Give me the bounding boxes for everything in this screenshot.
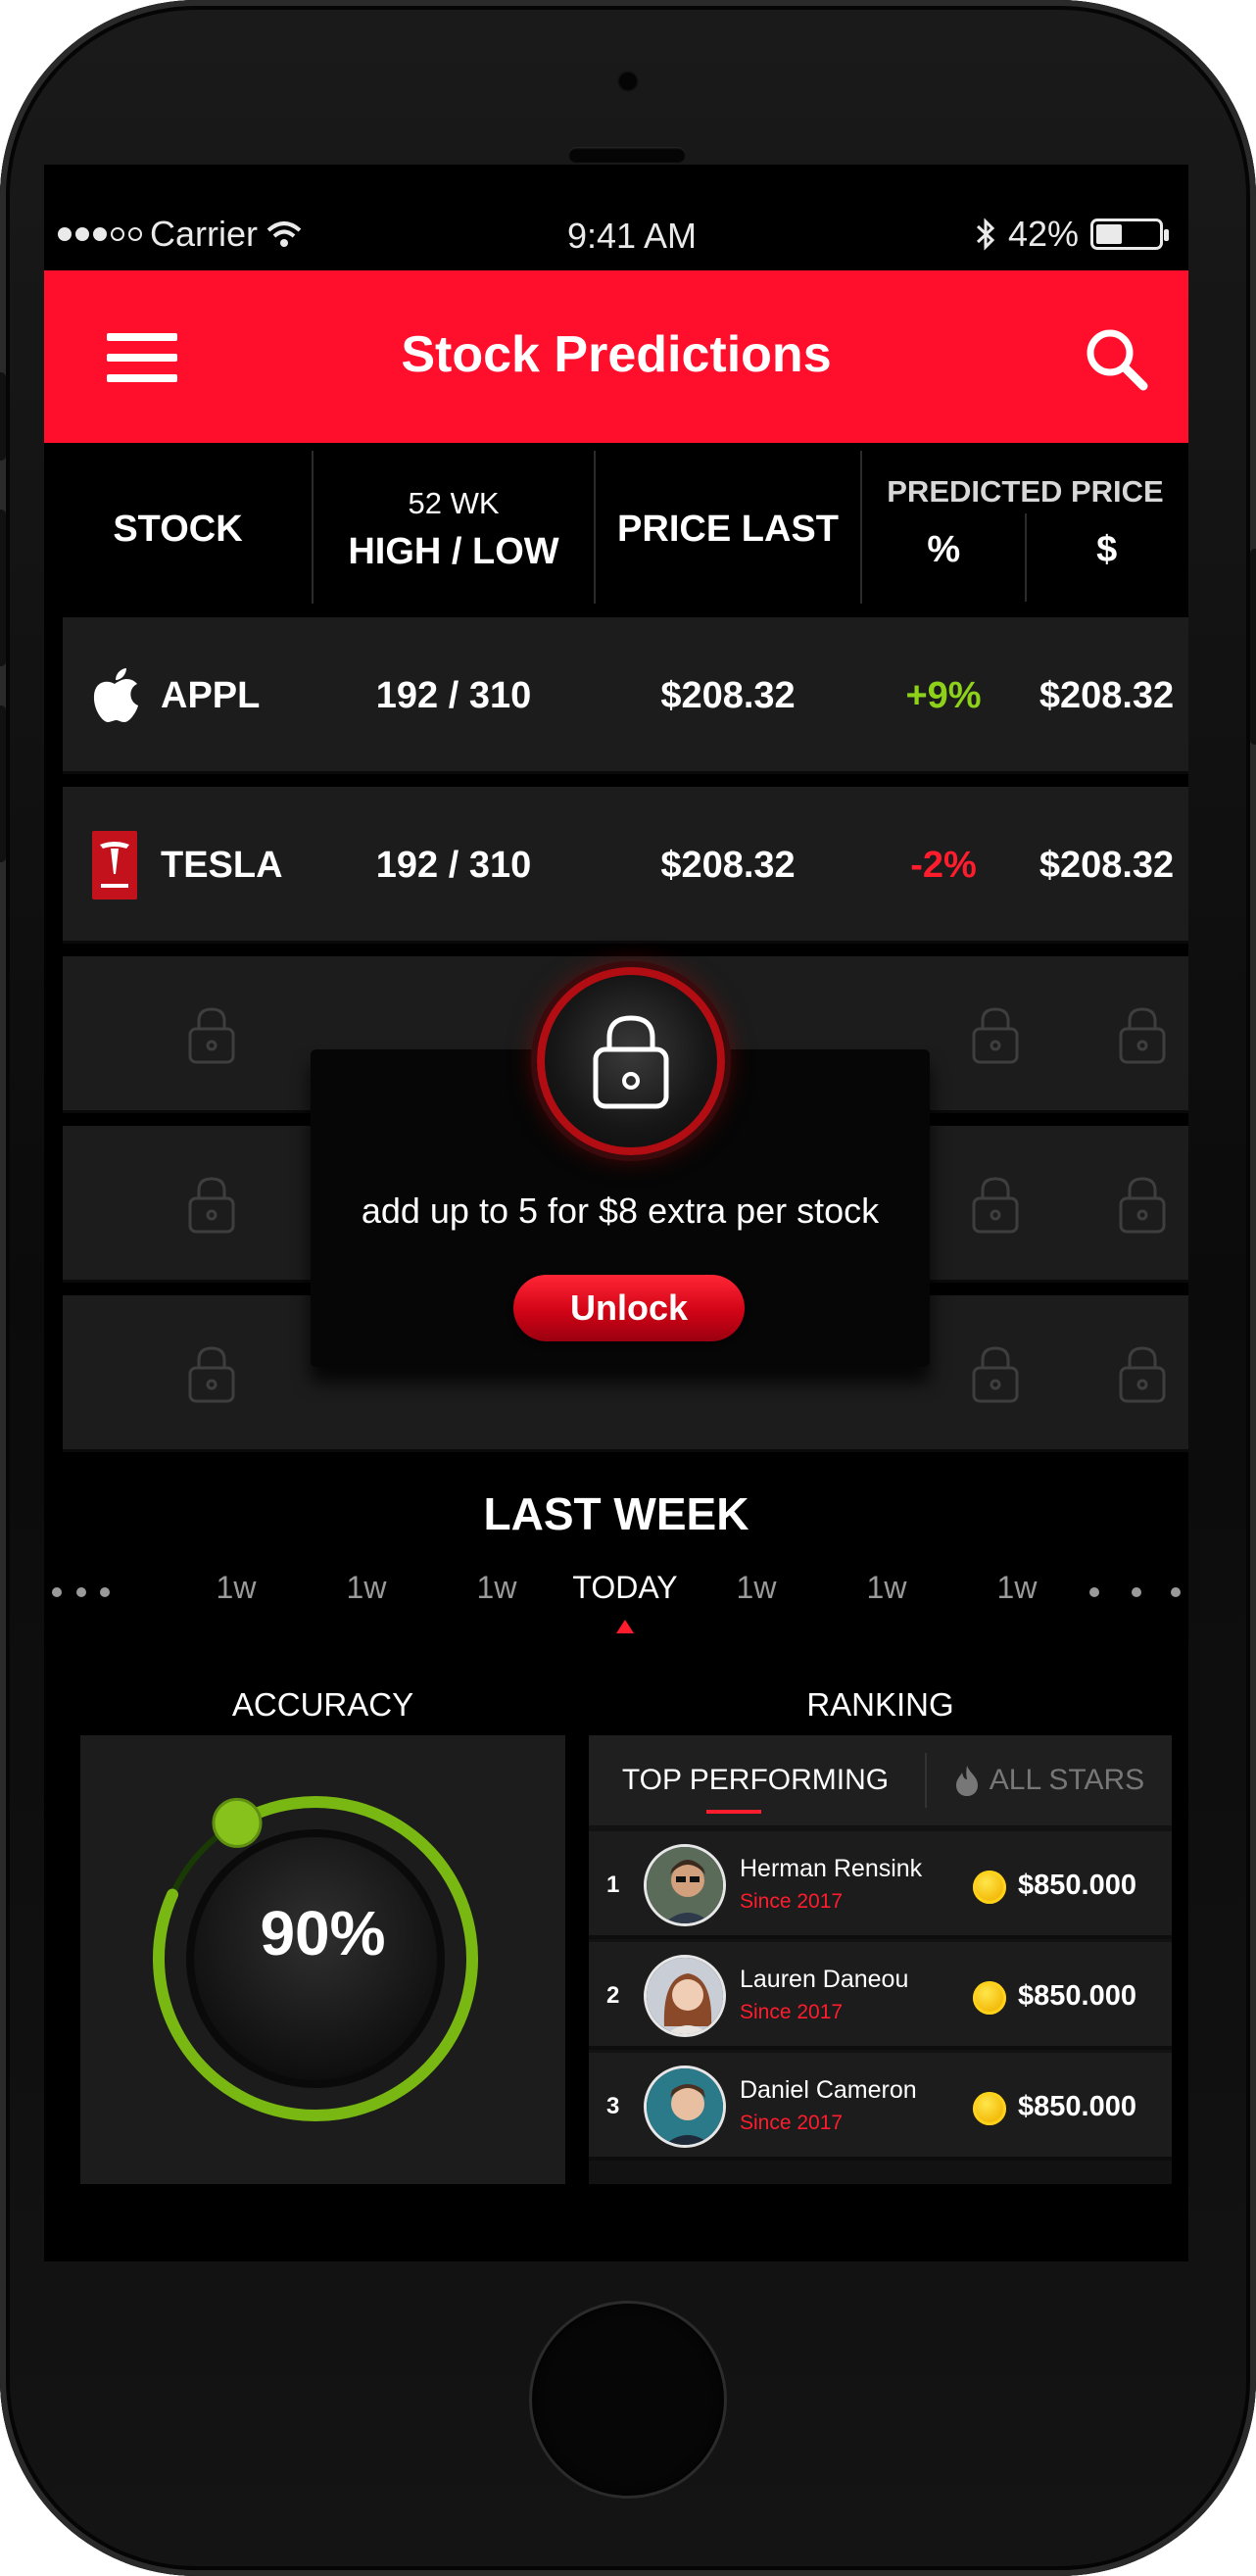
avatar xyxy=(644,2066,726,2148)
lock-icon xyxy=(188,1346,235,1403)
column-stock[interactable]: STOCK xyxy=(44,443,312,615)
ranking-tabs: TOP PERFORMING ALL STARS xyxy=(589,1735,1172,1825)
carrier-name: Carrier xyxy=(150,214,259,254)
front-camera xyxy=(617,71,639,92)
timeline-item[interactable]: 1w xyxy=(177,1570,295,1606)
column-predicted-label: PREDICTED PRICE xyxy=(887,474,1164,509)
stock-table-header: STOCK 52 WK HIGH / LOW PRICE LAST PREDIC… xyxy=(44,443,1188,615)
rank-user-name: Lauren Daneou xyxy=(740,1966,909,1993)
battery-icon xyxy=(1090,219,1169,250)
lock-icon xyxy=(1119,1007,1166,1064)
tab-top-performing[interactable]: TOP PERFORMING xyxy=(589,1735,922,1825)
column-high-low-top: 52 WK xyxy=(408,485,500,520)
stock-price-last: $208.32 xyxy=(660,844,796,886)
status-time: 9:41 AM xyxy=(566,216,698,256)
column-high-low-bottom: HIGH / LOW xyxy=(348,530,559,572)
battery-percent: 42% xyxy=(1007,214,1079,254)
column-price-last[interactable]: PRICE LAST xyxy=(596,443,860,615)
app-title: Stock Predictions xyxy=(401,326,832,383)
rank-user-name: Daniel Cameron xyxy=(740,2076,917,2104)
rank-amount: $850.000 xyxy=(1018,1979,1136,2012)
lock-icon xyxy=(593,1015,669,1109)
home-button[interactable] xyxy=(529,2301,727,2499)
volume-down-button xyxy=(0,705,6,862)
column-high-low[interactable]: 52 WK HIGH / LOW xyxy=(314,443,594,615)
rank-since: Since 2017 xyxy=(740,2001,844,2023)
timeline-item[interactable]: 1w xyxy=(438,1570,556,1606)
apple-logo-icon xyxy=(71,617,159,774)
stock-predicted-price: $208.32 xyxy=(1039,674,1175,716)
last-week-title: LAST WEEK xyxy=(483,1488,749,1539)
stock-high-low: 192 / 310 xyxy=(375,674,532,716)
earpiece-speaker xyxy=(568,147,686,163)
app-header: Stock Predictions xyxy=(44,270,1188,443)
avatar xyxy=(644,1955,726,2037)
bluetooth-icon xyxy=(976,218,995,251)
coin-icon xyxy=(973,1981,1006,2015)
tab-all-stars[interactable]: ALL STARS xyxy=(927,1735,1172,1825)
coin-icon xyxy=(973,2092,1006,2125)
stock-row-appl[interactable]: APPL 192 / 310 $208.32 +9% $208.32 xyxy=(63,617,1188,774)
stock-predicted-price: $208.32 xyxy=(1039,844,1175,886)
accuracy-label: ACCURACY xyxy=(231,1686,414,1723)
rank-amount: $850.000 xyxy=(1018,1869,1136,1901)
column-predicted-pct: % xyxy=(927,529,961,570)
unlock-button[interactable]: Unlock xyxy=(513,1275,745,1341)
lock-icon xyxy=(972,1177,1019,1234)
lock-icon xyxy=(972,1007,1019,1064)
timeline-active-marker xyxy=(616,1620,634,1633)
rank-amount: $850.000 xyxy=(1018,2090,1136,2122)
coin-icon xyxy=(973,1871,1006,1904)
ranking-row[interactable]: 2 Lauren Daneou Since 2017 $850.000 xyxy=(589,1942,1172,2050)
avatar xyxy=(644,1844,726,1926)
rank-user-name: Herman Rensink xyxy=(740,1855,923,1882)
tab-all-stars-label: ALL STARS xyxy=(989,1764,1145,1796)
rank-since: Since 2017 xyxy=(740,2112,844,2134)
unlock-message: add up to 5 for $8 extra per stock xyxy=(361,1191,880,1231)
tesla-logo-icon xyxy=(71,787,159,944)
popup-lock-badge xyxy=(537,967,725,1155)
flame-icon xyxy=(955,1766,978,1796)
timeline-item-today[interactable]: TODAY xyxy=(566,1570,684,1606)
phone-frame: Carrier 9:41 AM 42% Stock Predictions ST… xyxy=(0,0,1256,2576)
timeline-item[interactable]: 1w xyxy=(828,1570,945,1606)
ranking-row[interactable]: 3 Daniel Cameron Since 2017 $850.000 xyxy=(589,2053,1172,2161)
ranking-label: RANKING xyxy=(806,1686,954,1723)
timeline-selector: 1w 1w 1w TODAY 1w 1w 1w xyxy=(44,1566,1188,1634)
signal-strength-icon xyxy=(58,227,142,241)
lock-icon xyxy=(1119,1346,1166,1403)
column-predicted-dollar: $ xyxy=(1096,529,1118,570)
lock-icon xyxy=(1119,1177,1166,1234)
volume-up-button xyxy=(0,510,6,666)
rank-since: Since 2017 xyxy=(740,1890,844,1913)
mute-switch xyxy=(0,372,6,461)
timeline-item[interactable]: 1w xyxy=(958,1570,1076,1606)
lock-icon xyxy=(188,1177,235,1234)
accuracy-value: 90% xyxy=(260,1898,386,1968)
stock-price-last: $208.32 xyxy=(660,674,796,716)
battery-level xyxy=(1096,224,1122,244)
stock-row-tesla[interactable]: TESLA 192 / 310 $208.32 -2% $208.32 xyxy=(63,787,1188,944)
carrier-info: Carrier xyxy=(58,214,303,255)
search-icon[interactable] xyxy=(1081,323,1151,394)
power-button xyxy=(1250,549,1256,745)
stock-predicted-pct: +9% xyxy=(905,674,982,716)
battery-info: 42% xyxy=(975,214,1169,255)
stock-high-low: 192 / 310 xyxy=(375,844,532,886)
rank-number: 1 xyxy=(606,1871,620,1898)
ranking-row[interactable]: 1 Herman Rensink Since 2017 $850.000 xyxy=(589,1831,1172,1939)
wifi-icon xyxy=(266,221,302,247)
timeline-item[interactable]: 1w xyxy=(308,1570,425,1606)
lock-icon xyxy=(188,1007,235,1064)
lock-icon xyxy=(972,1346,1019,1403)
rank-number: 2 xyxy=(606,1982,620,2009)
status-bar: Carrier 9:41 AM 42% xyxy=(44,165,1188,270)
timeline-item[interactable]: 1w xyxy=(698,1570,815,1606)
app-screen: Carrier 9:41 AM 42% Stock Predictions ST… xyxy=(44,165,1188,2261)
rank-number: 3 xyxy=(606,2093,620,2119)
stock-predicted-pct: -2% xyxy=(910,844,977,886)
